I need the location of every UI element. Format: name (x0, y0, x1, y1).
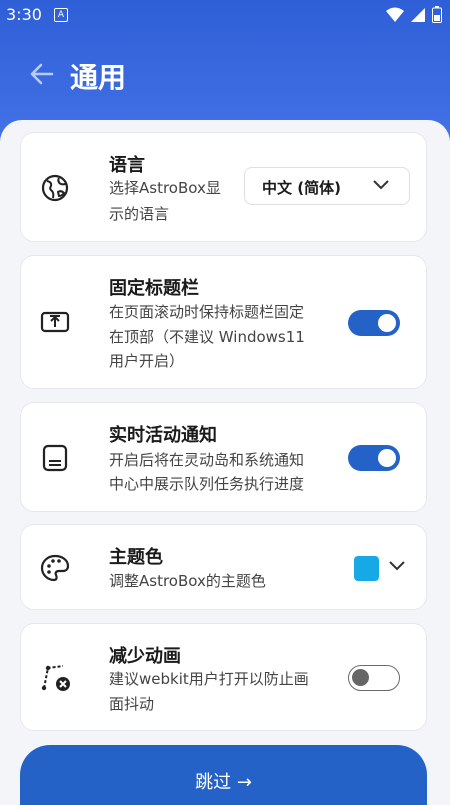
reduce-animation-icon (41, 665, 70, 691)
live-activity-desc-line1: 开启后将在灵动岛和系统通知 (109, 451, 305, 469)
chevron-down-icon[interactable] (389, 561, 405, 571)
battery-icon (432, 6, 442, 23)
skip-button-label: 跳过 → (195, 772, 252, 793)
toggle-knob (352, 669, 369, 686)
notification-panel-icon (42, 444, 68, 472)
live-activity-toggle[interactable] (348, 445, 400, 471)
fixed-title-toggle[interactable] (348, 310, 400, 336)
page-title: 通用 (70, 61, 127, 94)
reduce-motion-toggle[interactable] (348, 665, 400, 691)
language-select[interactable]: 中文 (简体) (244, 167, 410, 205)
status-bar: 3:30 A (0, 0, 450, 28)
reduce-motion-card: 减少动画 建议webkit用户打开以防止画 面抖动 (20, 623, 427, 731)
language-desc-line2: 示的语言 (109, 205, 170, 223)
live-activity-desc-line2: 中心中展示队列任务执行进度 (109, 475, 305, 493)
theme-color-desc: 调整AstroBox的主题色 (109, 572, 266, 590)
status-time: 3:30 (6, 5, 42, 24)
language-select-value: 中文 (简体) (262, 179, 341, 197)
theme-color-card: 主题色 调整AstroBox的主题色 (20, 524, 427, 610)
palette-icon (40, 554, 70, 582)
live-activity-card: 实时活动通知 开启后将在灵动岛和系统通知 中心中展示队列任务执行进度 (20, 402, 427, 512)
reduce-motion-title: 减少动画 (109, 646, 181, 667)
theme-color-swatch[interactable] (354, 556, 379, 581)
wifi-icon (386, 7, 404, 22)
chevron-down-icon (373, 180, 389, 190)
theme-color-title: 主题色 (109, 547, 163, 568)
fixed-title-desc-line2: 在顶部（不建议 Windows11 (109, 328, 305, 346)
reduce-motion-desc-line2: 面抖动 (109, 695, 155, 713)
globe-icon (41, 174, 69, 202)
fixed-title-title: 固定标题栏 (109, 278, 199, 299)
pin-header-icon (40, 311, 70, 333)
back-arrow-icon[interactable] (28, 60, 56, 88)
reduce-motion-desc-line1: 建议webkit用户打开以防止画 (109, 670, 309, 688)
toggle-knob (378, 314, 396, 332)
notification-icon: A (54, 8, 68, 22)
fixed-title-desc-line3: 用户开启） (109, 352, 185, 370)
signal-icon (411, 7, 425, 22)
live-activity-title: 实时活动通知 (109, 425, 217, 446)
toggle-knob (378, 449, 396, 467)
language-card: 语言 选择AstroBox显 示的语言 中文 (简体) (20, 132, 427, 242)
skip-button[interactable]: 跳过 → (20, 745, 427, 805)
language-title: 语言 (109, 155, 145, 176)
fixed-title-card: 固定标题栏 在页面滚动时保持标题栏固定 在顶部（不建议 Windows11 用户… (20, 255, 427, 389)
fixed-title-desc-line1: 在页面滚动时保持标题栏固定 (109, 303, 305, 321)
language-desc-line1: 选择AstroBox显 (109, 179, 221, 197)
